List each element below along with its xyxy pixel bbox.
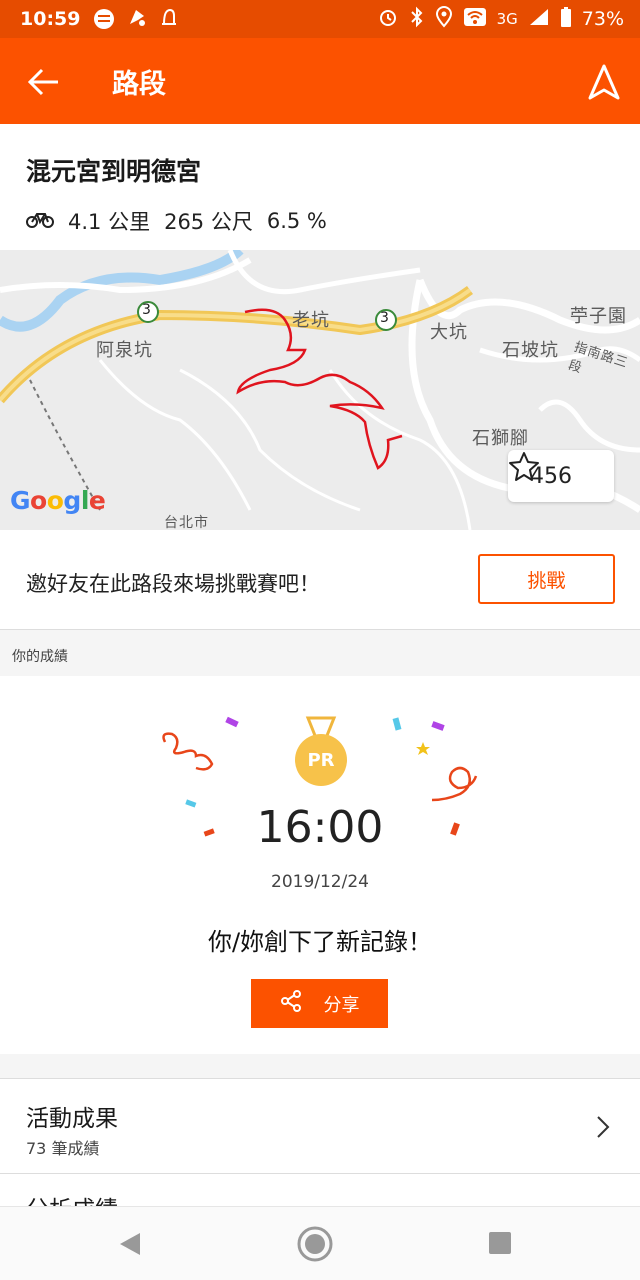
record-message: 你/妳創下了新記錄！ bbox=[207, 928, 433, 956]
activities-row[interactable]: 活動成果 73 筆成績 bbox=[0, 1078, 640, 1174]
wifi-icon bbox=[463, 6, 487, 33]
arrow-left-icon[interactable] bbox=[24, 62, 64, 102]
alarm-icon bbox=[377, 6, 399, 33]
battery-level: 73% bbox=[581, 8, 624, 30]
spotify-icon bbox=[94, 9, 115, 29]
battery-icon bbox=[560, 6, 572, 33]
section-divider bbox=[0, 1054, 640, 1078]
map-label-laokeng: 老坑 bbox=[292, 310, 330, 331]
map-label-shipokeng: 石坡坑 bbox=[502, 340, 559, 361]
recents-square-icon[interactable] bbox=[488, 1231, 518, 1261]
status-bar: 10:59 3G 73% bbox=[0, 0, 640, 38]
signal-icon bbox=[528, 7, 550, 32]
segment-name: 混元宮到明德宮 bbox=[26, 157, 202, 186]
network-type: 3G bbox=[496, 10, 518, 28]
map-label-zhuziyuan: 苧子園 bbox=[570, 306, 627, 327]
map-shield-west: 3 bbox=[142, 302, 152, 318]
star-segment-button[interactable]: 456 bbox=[508, 450, 614, 502]
segment-grade: 6.5 % bbox=[266, 209, 327, 233]
home-circle-icon[interactable] bbox=[296, 1225, 334, 1263]
challenge-prompt: 邀好友在此路段來場挑戰賽吧！ bbox=[26, 572, 320, 596]
navigation-arrow-icon[interactable] bbox=[584, 62, 624, 102]
challenge-card: 邀好友在此路段來場挑戰賽吧！ 挑戰 bbox=[0, 530, 640, 630]
share-label: 分享 bbox=[323, 994, 360, 1016]
page-title: 路段 bbox=[112, 69, 166, 100]
status-time: 10:59 bbox=[20, 8, 81, 30]
chevron-right-icon bbox=[592, 1113, 612, 1141]
map-shield-east: 3 bbox=[380, 310, 390, 326]
location-icon bbox=[435, 5, 453, 33]
challenge-button[interactable]: 挑戰 bbox=[478, 554, 615, 604]
bike-icon bbox=[26, 209, 54, 233]
map-label-shishijiao: 石獅腳 bbox=[472, 428, 529, 449]
activities-count: 73 筆成績 bbox=[26, 1139, 100, 1158]
segment-map[interactable]: 3 3 老坑 大坑 阿泉坑 石坡坑 石獅腳 苧子園 指南路三段 台北市 Goog… bbox=[0, 250, 640, 530]
app-bar: 路段 bbox=[0, 38, 640, 124]
record-time: 16:00 bbox=[256, 802, 384, 853]
bluetooth-icon bbox=[409, 6, 425, 33]
bag-icon bbox=[160, 6, 178, 33]
notification-icon bbox=[126, 6, 148, 33]
back-triangle-icon[interactable] bbox=[116, 1229, 146, 1259]
results-section-label: 你的成績 bbox=[0, 630, 640, 676]
segment-elevation: 265 公尺 bbox=[164, 210, 253, 234]
segment-stats: 4.1 公里 265 公尺 6.5 % bbox=[26, 206, 614, 236]
personal-record-card: PR 16:00 2019/12/24 你/妳創下了新記錄！ 分享 bbox=[0, 676, 640, 1054]
activities-title: 活動成果 bbox=[26, 1106, 118, 1132]
share-icon bbox=[280, 990, 302, 1017]
map-label-dakeng: 大坑 bbox=[430, 322, 468, 343]
segment-distance: 4.1 公里 bbox=[68, 210, 151, 234]
map-label-aquankeng: 阿泉坑 bbox=[96, 340, 153, 361]
share-button[interactable]: 分享 bbox=[251, 979, 388, 1028]
segment-header: 混元宮到明德宮 4.1 公里 265 公尺 6.5 % bbox=[0, 124, 640, 250]
system-navigation-bar bbox=[0, 1206, 640, 1280]
record-date: 2019/12/24 bbox=[271, 872, 369, 892]
google-logo: Google bbox=[10, 486, 106, 515]
map-label-taipei: 台北市 bbox=[164, 515, 209, 530]
pr-badge: PR bbox=[307, 750, 335, 771]
